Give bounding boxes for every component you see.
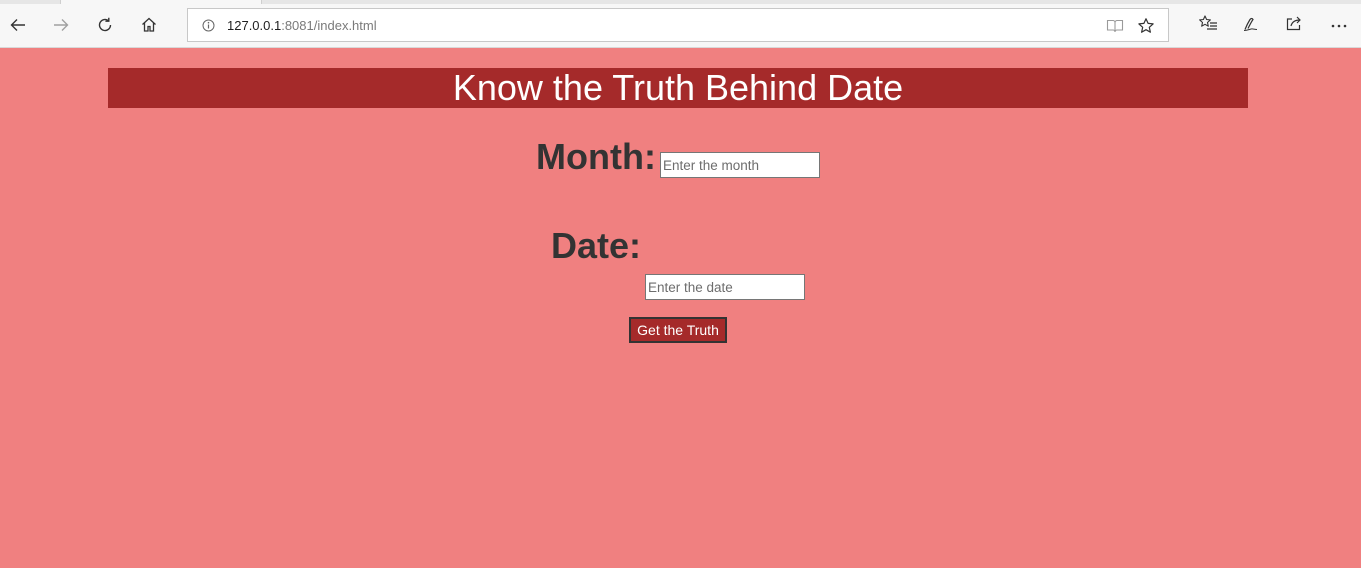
url-path: :8081/index.html xyxy=(281,18,377,33)
star-icon[interactable] xyxy=(1137,17,1155,40)
forward-button[interactable] xyxy=(44,8,78,42)
url-host: 127.0.0.1 xyxy=(227,18,282,33)
favorites-list-icon xyxy=(1198,14,1218,37)
month-label: Month: xyxy=(536,136,656,177)
share-button[interactable] xyxy=(1277,8,1311,42)
home-button[interactable] xyxy=(132,8,166,42)
get-truth-button[interactable]: Get the Truth xyxy=(629,317,727,343)
forward-arrow-icon xyxy=(52,16,70,34)
date-label: Date: xyxy=(551,225,642,266)
more-button[interactable] xyxy=(1322,8,1356,42)
back-arrow-icon xyxy=(9,16,27,34)
back-button[interactable] xyxy=(1,8,35,42)
browser-toolbar: 127.0.0.1:8081/index.html xyxy=(0,0,1361,48)
month-input[interactable] xyxy=(660,152,820,178)
reading-view-icon[interactable] xyxy=(1106,18,1124,39)
refresh-button[interactable] xyxy=(88,8,122,42)
more-dots-icon xyxy=(1330,16,1348,34)
favorites-hub-button[interactable] xyxy=(1191,8,1225,42)
refresh-icon xyxy=(96,16,114,34)
pen-icon xyxy=(1242,14,1260,37)
share-icon xyxy=(1285,14,1303,37)
page-title: Know the Truth Behind Date xyxy=(108,68,1248,108)
url-text[interactable]: 127.0.0.1:8081/index.html xyxy=(227,18,377,33)
web-notes-button[interactable] xyxy=(1234,8,1268,42)
address-bar[interactable]: 127.0.0.1:8081/index.html xyxy=(187,8,1169,42)
info-icon[interactable] xyxy=(202,19,215,37)
home-icon xyxy=(140,16,158,34)
active-tab[interactable] xyxy=(60,0,262,4)
date-input[interactable] xyxy=(645,274,805,300)
page-body: Know the Truth Behind Date Month: Date: … xyxy=(0,48,1361,568)
